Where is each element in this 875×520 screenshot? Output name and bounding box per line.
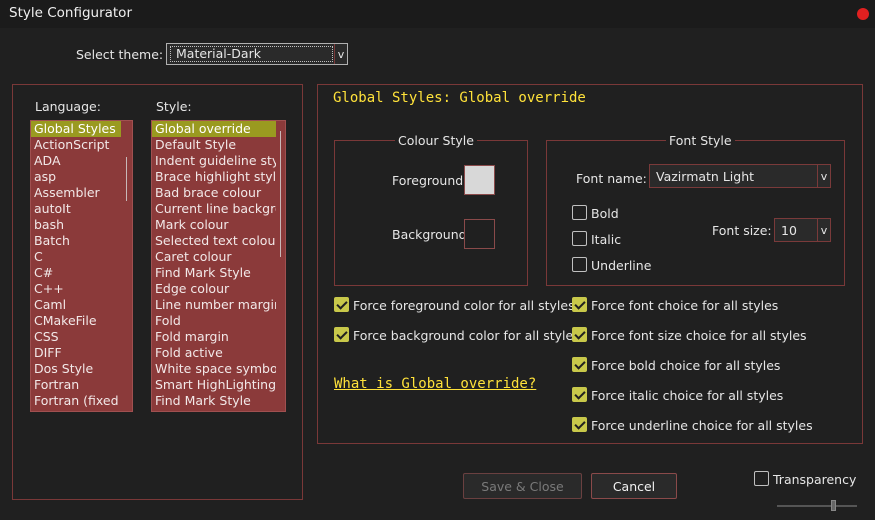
font-size-value: 10 — [781, 222, 797, 238]
style-list-item[interactable]: Global override — [152, 121, 285, 137]
colour-style-group — [334, 140, 528, 286]
language-list-item[interactable]: C# — [31, 265, 132, 281]
underline-checkbox[interactable] — [572, 257, 587, 272]
force-bold-checkbox[interactable] — [572, 357, 587, 372]
language-list-item[interactable]: bash — [31, 217, 132, 233]
cancel-button[interactable]: Cancel — [591, 473, 677, 499]
language-list-item[interactable]: Fortran (fixed f — [31, 393, 132, 409]
background-label: Background — [392, 227, 467, 242]
style-list-item[interactable]: Line number margin — [152, 297, 285, 313]
font-style-title: Font Style — [666, 133, 735, 148]
global-override-help-link[interactable]: What is Global override? — [334, 376, 536, 392]
force-underline-label: Force underline choice for all styles — [591, 418, 813, 433]
style-list-item[interactable]: Edge colour — [152, 281, 285, 297]
style-list[interactable]: Global override Default Style Indent guide… — [151, 120, 286, 412]
language-label: Language: — [35, 99, 101, 114]
force-bold-label: Force bold choice for all styles — [591, 358, 781, 373]
force-font-size-label: Force font size choice for all styles — [591, 328, 807, 343]
save-close-button[interactable]: Save & Close — [463, 473, 582, 499]
language-list-item[interactable]: autoIt — [31, 201, 132, 217]
bold-label: Bold — [591, 206, 619, 221]
force-font-label: Force font choice for all styles — [591, 298, 779, 313]
language-list-item[interactable]: Fortran — [31, 377, 132, 393]
force-italic-label: Force italic choice for all styles — [591, 388, 784, 403]
colour-style-title: Colour Style — [395, 133, 477, 148]
force-background-checkbox[interactable] — [334, 327, 349, 342]
language-list-item[interactable]: Assembler — [31, 185, 132, 201]
style-list-item[interactable]: Fold margin — [152, 329, 285, 345]
language-list-item[interactable]: CMakeFile — [31, 313, 132, 329]
style-list-item[interactable]: Selected text colour — [152, 233, 285, 249]
window-title: Style Configurator — [9, 5, 132, 21]
theme-select[interactable]: Material-Dark v — [166, 43, 348, 65]
font-name-value: Vazirmatn Light — [656, 168, 755, 184]
force-italic-checkbox[interactable] — [572, 387, 587, 402]
language-list[interactable]: Global Styles ActionScript ADA asp Assembler… — [30, 120, 133, 412]
language-scrollbar[interactable] — [121, 121, 132, 411]
language-list-item[interactable]: Dos Style — [31, 361, 132, 377]
style-list-item[interactable]: Brace highlight style — [152, 169, 285, 185]
transparency-checkbox[interactable] — [754, 471, 769, 486]
language-list-item[interactable]: Caml — [31, 297, 132, 313]
force-foreground-label: Force foreground color for all styles — [353, 298, 575, 313]
transparency-slider-thumb[interactable] — [831, 500, 836, 511]
style-list-item[interactable]: Bad brace colour — [152, 185, 285, 201]
style-list-item[interactable]: White space symbol — [152, 361, 285, 377]
style-scrollbar[interactable] — [276, 121, 285, 411]
theme-select-value: Material-Dark — [170, 46, 333, 62]
font-size-label: Font size: — [712, 223, 772, 238]
font-size-select[interactable]: 10 v — [774, 218, 831, 242]
language-list-item[interactable]: ADA — [31, 153, 132, 169]
style-list-item[interactable]: Indent guideline style — [152, 153, 285, 169]
select-theme-label: Select theme: — [76, 47, 164, 62]
font-name-select[interactable]: Vazirmatn Light v — [649, 164, 831, 188]
language-list-item[interactable]: ActionScript — [31, 137, 132, 153]
panel-heading: Global Styles: Global override — [333, 90, 586, 106]
language-list-item[interactable]: Batch — [31, 233, 132, 249]
language-list-item[interactable]: C — [31, 249, 132, 265]
scrollbar-thumb[interactable] — [126, 157, 127, 201]
force-font-checkbox[interactable] — [572, 297, 587, 312]
italic-label: Italic — [591, 232, 622, 247]
force-background-label: Force background color for all styles — [353, 328, 580, 343]
style-list-item[interactable]: Smart HighLighting — [152, 377, 285, 393]
force-font-size-checkbox[interactable] — [572, 327, 587, 342]
style-list-item[interactable]: Current line backgrou — [152, 201, 285, 217]
style-list-item[interactable]: Caret colour — [152, 249, 285, 265]
style-list-item[interactable]: Find Mark Style — [152, 265, 285, 281]
font-name-label: Font name: — [576, 171, 647, 186]
transparency-slider-track[interactable] — [777, 505, 857, 507]
foreground-label: Foreground — [392, 173, 464, 188]
background-color-swatch[interactable] — [464, 219, 495, 249]
foreground-color-swatch[interactable] — [464, 165, 495, 195]
language-list-item[interactable]: asp — [31, 169, 132, 185]
language-list-item[interactable]: C++ — [31, 281, 132, 297]
style-list-item[interactable]: Find Mark Style — [152, 393, 285, 409]
language-list-item[interactable]: Global Styles — [31, 121, 132, 137]
style-list-item[interactable]: Default Style — [152, 137, 285, 153]
style-list-item[interactable]: Mark colour — [152, 217, 285, 233]
style-list-item[interactable]: Fold active — [152, 345, 285, 361]
force-underline-checkbox[interactable] — [572, 417, 587, 432]
language-list-item[interactable]: DIFF — [31, 345, 132, 361]
underline-label: Underline — [591, 258, 652, 273]
chevron-down-icon[interactable]: v — [817, 165, 830, 187]
italic-checkbox[interactable] — [572, 231, 587, 246]
transparency-label: Transparency — [773, 472, 857, 487]
scrollbar-thumb[interactable] — [280, 131, 281, 257]
style-label: Style: — [156, 99, 192, 114]
chevron-down-icon[interactable]: v — [334, 44, 347, 64]
language-list-item[interactable]: CSS — [31, 329, 132, 345]
chevron-down-icon[interactable]: v — [817, 219, 830, 241]
force-foreground-checkbox[interactable] — [334, 297, 349, 312]
bold-checkbox[interactable] — [572, 205, 587, 220]
close-icon[interactable] — [857, 8, 869, 20]
style-list-item[interactable]: Fold — [152, 313, 285, 329]
